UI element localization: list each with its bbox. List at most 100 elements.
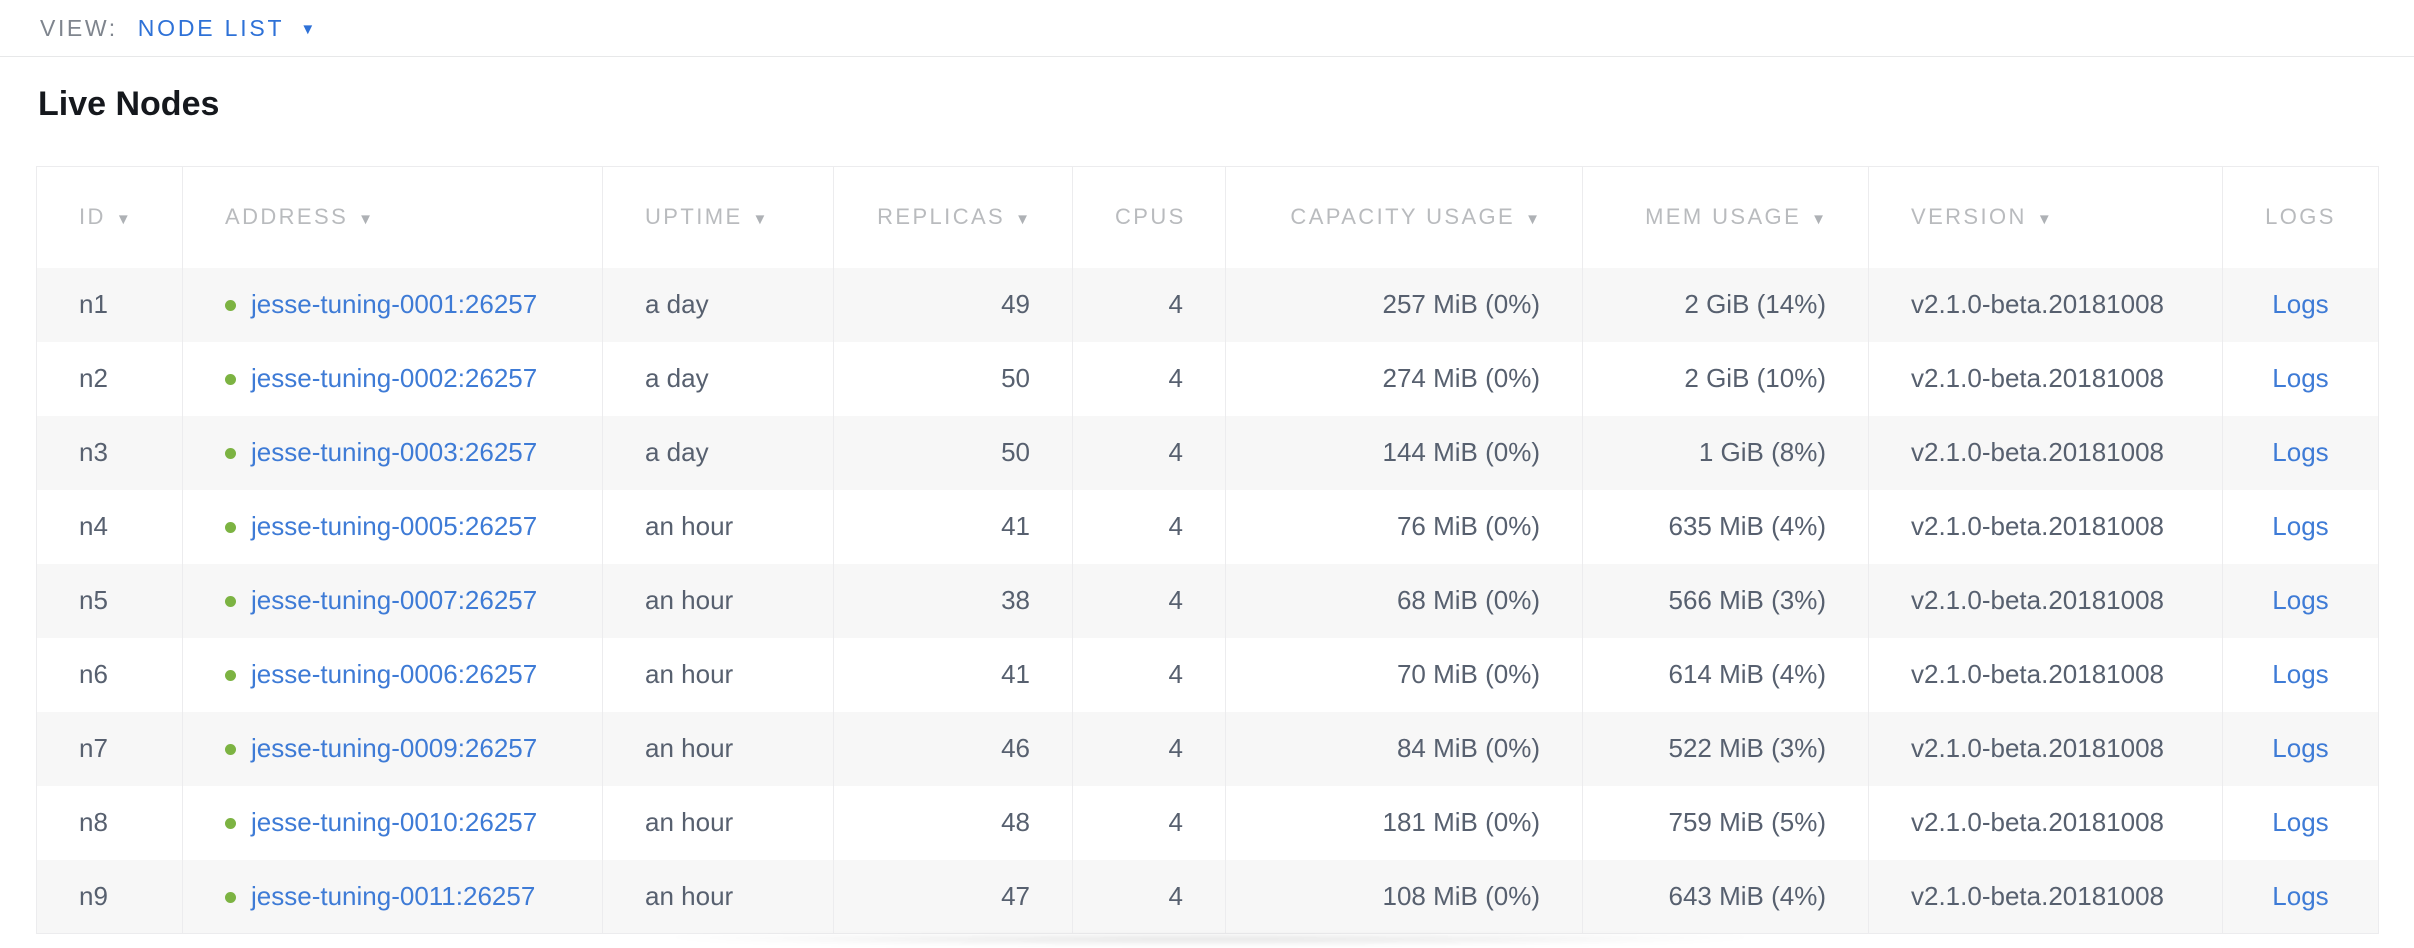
id-cell: n9 bbox=[37, 860, 183, 934]
id-cell: n1 bbox=[37, 268, 183, 342]
mem-cell: 614 MiB (4%) bbox=[1583, 638, 1869, 712]
address-link[interactable]: jesse-tuning-0003:26257 bbox=[251, 437, 537, 467]
sort-caret-icon: ▼ bbox=[2037, 211, 2052, 228]
address-link[interactable]: jesse-tuning-0006:26257 bbox=[251, 659, 537, 689]
mem-cell: 759 MiB (5%) bbox=[1583, 786, 1869, 860]
logs-link[interactable]: Logs bbox=[2272, 585, 2328, 615]
address-link[interactable]: jesse-tuning-0002:26257 bbox=[251, 363, 537, 393]
view-selector[interactable]: NODE LIST ▼ bbox=[138, 15, 318, 42]
mem-cell: 635 MiB (4%) bbox=[1583, 490, 1869, 564]
address-link[interactable]: jesse-tuning-0010:26257 bbox=[251, 807, 537, 837]
logs-cell: Logs bbox=[2223, 638, 2379, 712]
mem-cell: 522 MiB (3%) bbox=[1583, 712, 1869, 786]
logs-link[interactable]: Logs bbox=[2272, 733, 2328, 763]
mem-cell: 2 GiB (10%) bbox=[1583, 342, 1869, 416]
address-cell: jesse-tuning-0011:26257 bbox=[183, 860, 603, 934]
id-cell: n8 bbox=[37, 786, 183, 860]
version-cell: v2.1.0-beta.20181008 bbox=[1869, 564, 2223, 638]
replicas-cell: 47 bbox=[834, 860, 1073, 934]
column-header-address[interactable]: ADDRESS▼ bbox=[183, 167, 603, 268]
column-header-uptime[interactable]: UPTIME▼ bbox=[603, 167, 834, 268]
logs-link[interactable]: Logs bbox=[2272, 363, 2328, 393]
id-cell: n7 bbox=[37, 712, 183, 786]
logs-link[interactable]: Logs bbox=[2272, 659, 2328, 689]
cpus-cell: 4 bbox=[1073, 786, 1226, 860]
address-cell: jesse-tuning-0010:26257 bbox=[183, 786, 603, 860]
node-status-icon bbox=[225, 374, 236, 385]
capacity-cell: 84 MiB (0%) bbox=[1226, 712, 1583, 786]
column-header-capacity[interactable]: CAPACITY USAGE ▼ bbox=[1226, 167, 1583, 268]
logs-link[interactable]: Logs bbox=[2272, 881, 2328, 911]
page-title: Live Nodes bbox=[38, 84, 2414, 124]
replicas-cell: 50 bbox=[834, 342, 1073, 416]
replicas-cell: 41 bbox=[834, 638, 1073, 712]
node-status-icon bbox=[225, 522, 236, 533]
logs-cell: Logs bbox=[2223, 416, 2379, 490]
column-header-version[interactable]: VERSION ▼ bbox=[1869, 167, 2223, 268]
uptime-cell: a day bbox=[603, 416, 834, 490]
column-header-replicas[interactable]: REPLICAS▼ bbox=[834, 167, 1073, 268]
table-header-row: ID▼ADDRESS▼UPTIME▼REPLICAS▼CPUSCAPACITY … bbox=[37, 167, 2379, 268]
id-cell: n6 bbox=[37, 638, 183, 712]
column-header-label: REPLICAS bbox=[877, 204, 1005, 229]
node-status-icon bbox=[225, 892, 236, 903]
cpus-cell: 4 bbox=[1073, 490, 1226, 564]
replicas-cell: 50 bbox=[834, 416, 1073, 490]
capacity-cell: 108 MiB (0%) bbox=[1226, 860, 1583, 934]
column-header-id[interactable]: ID▼ bbox=[37, 167, 183, 268]
main-content: Live Nodes ID▼ADDRESS▼UPTIME▼REPLICAS▼CP… bbox=[0, 84, 2414, 934]
version-cell: v2.1.0-beta.20181008 bbox=[1869, 712, 2223, 786]
cpus-cell: 4 bbox=[1073, 712, 1226, 786]
table-row: n5jesse-tuning-0007:26257an hour38468 Mi… bbox=[37, 564, 2379, 638]
mem-cell: 643 MiB (4%) bbox=[1583, 860, 1869, 934]
cpus-cell: 4 bbox=[1073, 416, 1226, 490]
version-cell: v2.1.0-beta.20181008 bbox=[1869, 490, 2223, 564]
node-status-icon bbox=[225, 448, 236, 459]
address-cell: jesse-tuning-0003:26257 bbox=[183, 416, 603, 490]
address-cell: jesse-tuning-0007:26257 bbox=[183, 564, 603, 638]
logs-link[interactable]: Logs bbox=[2272, 437, 2328, 467]
address-link[interactable]: jesse-tuning-0001:26257 bbox=[251, 289, 537, 319]
address-link[interactable]: jesse-tuning-0011:26257 bbox=[251, 881, 535, 911]
column-header-label: CPUS bbox=[1115, 204, 1186, 229]
cpus-cell: 4 bbox=[1073, 638, 1226, 712]
table-row: n6jesse-tuning-0006:26257an hour41470 Mi… bbox=[37, 638, 2379, 712]
column-header-logs: LOGS bbox=[2223, 167, 2379, 268]
replicas-cell: 49 bbox=[834, 268, 1073, 342]
logs-link[interactable]: Logs bbox=[2272, 807, 2328, 837]
address-cell: jesse-tuning-0002:26257 bbox=[183, 342, 603, 416]
column-header-label: CAPACITY USAGE bbox=[1290, 204, 1515, 229]
version-cell: v2.1.0-beta.20181008 bbox=[1869, 342, 2223, 416]
logs-cell: Logs bbox=[2223, 786, 2379, 860]
address-cell: jesse-tuning-0009:26257 bbox=[183, 712, 603, 786]
logs-cell: Logs bbox=[2223, 564, 2379, 638]
sort-caret-icon: ▼ bbox=[753, 211, 768, 228]
logs-link[interactable]: Logs bbox=[2272, 289, 2328, 319]
uptime-cell: an hour bbox=[603, 786, 834, 860]
address-link[interactable]: jesse-tuning-0007:26257 bbox=[251, 585, 537, 615]
sort-caret-icon: ▼ bbox=[1525, 211, 1540, 228]
id-cell: n2 bbox=[37, 342, 183, 416]
table-row: n3jesse-tuning-0003:26257a day504144 MiB… bbox=[37, 416, 2379, 490]
mem-cell: 566 MiB (3%) bbox=[1583, 564, 1869, 638]
cpus-cell: 4 bbox=[1073, 564, 1226, 638]
logs-cell: Logs bbox=[2223, 712, 2379, 786]
column-header-label: VERSION bbox=[1911, 204, 2027, 229]
address-link[interactable]: jesse-tuning-0009:26257 bbox=[251, 733, 537, 763]
logs-link[interactable]: Logs bbox=[2272, 511, 2328, 541]
node-status-icon bbox=[225, 670, 236, 681]
column-header-mem[interactable]: MEM USAGE▼ bbox=[1583, 167, 1869, 268]
table-row: n9jesse-tuning-0011:26257an hour474108 M… bbox=[37, 860, 2379, 934]
replicas-cell: 38 bbox=[834, 564, 1073, 638]
live-nodes-table: ID▼ADDRESS▼UPTIME▼REPLICAS▼CPUSCAPACITY … bbox=[36, 166, 2379, 934]
address-cell: jesse-tuning-0001:26257 bbox=[183, 268, 603, 342]
capacity-cell: 70 MiB (0%) bbox=[1226, 638, 1583, 712]
caret-down-icon: ▼ bbox=[300, 21, 318, 38]
capacity-cell: 274 MiB (0%) bbox=[1226, 342, 1583, 416]
column-header-label: LOGS bbox=[2265, 204, 2336, 229]
node-status-icon bbox=[225, 596, 236, 607]
view-selected-value: NODE LIST bbox=[138, 15, 285, 42]
capacity-cell: 68 MiB (0%) bbox=[1226, 564, 1583, 638]
address-link[interactable]: jesse-tuning-0005:26257 bbox=[251, 511, 537, 541]
replicas-cell: 48 bbox=[834, 786, 1073, 860]
